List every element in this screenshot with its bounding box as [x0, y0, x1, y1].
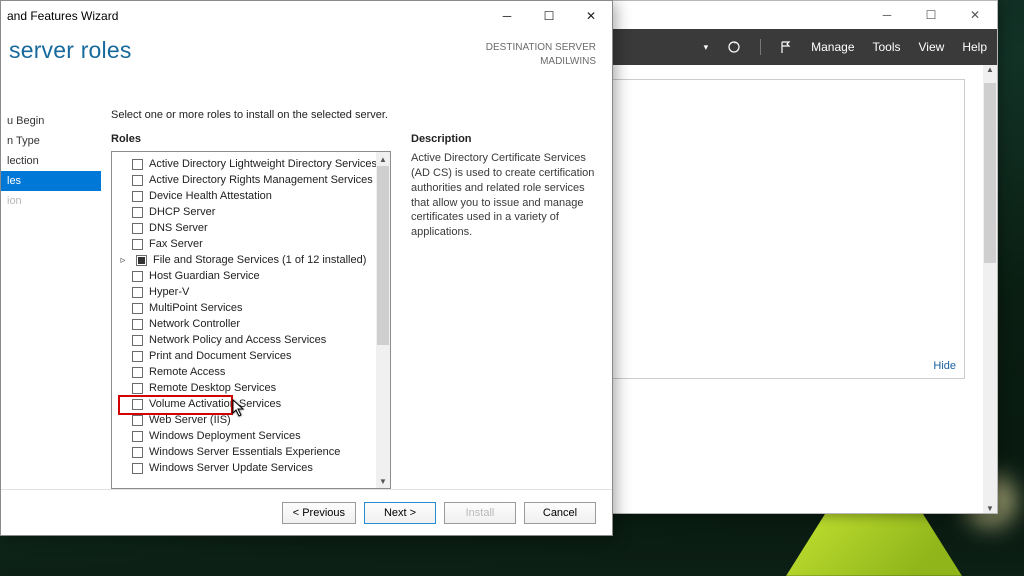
role-item[interactable]: Volume Activation Services [132, 396, 374, 412]
scroll-thumb[interactable] [377, 166, 389, 345]
description-column: Description Active Directory Certificate… [411, 133, 596, 489]
scroll-thumb[interactable] [984, 83, 996, 263]
dialog-title: and Features Wizard [7, 9, 118, 23]
dialog-close-button[interactable]: ✕ [570, 1, 612, 31]
checkbox-icon[interactable] [132, 271, 143, 282]
role-item[interactable]: Remote Access [132, 364, 374, 380]
maximize-button[interactable]: ☐ [909, 1, 953, 29]
nav-step-selection[interactable]: lection [1, 151, 101, 171]
instruction-text: Select one or more roles to install on t… [111, 109, 596, 121]
roles-scrollbar[interactable]: ▲ ▼ [376, 152, 390, 488]
checkbox-icon[interactable] [132, 319, 143, 330]
minimize-button[interactable]: ─ [865, 1, 909, 29]
checkbox-icon[interactable] [132, 287, 143, 298]
dialog-main: Select one or more roles to install on t… [101, 93, 612, 489]
destination-label: DESTINATION SERVER [486, 41, 596, 55]
role-item[interactable]: DHCP Server [132, 204, 374, 220]
role-item[interactable]: Remote Desktop Services [132, 380, 374, 396]
checkbox-icon[interactable] [132, 383, 143, 394]
role-item[interactable]: Print and Document Services [132, 348, 374, 364]
nav-step-confirmation[interactable]: ion [1, 191, 101, 211]
checkbox-tristate-icon[interactable] [136, 255, 147, 266]
checkbox-icon[interactable] [132, 351, 143, 362]
role-item[interactable]: MultiPoint Services [132, 300, 374, 316]
dialog-maximize-button[interactable]: ☐ [528, 1, 570, 31]
role-item[interactable]: Windows Deployment Services [132, 428, 374, 444]
checkbox-icon[interactable] [132, 159, 143, 170]
role-item[interactable]: Host Guardian Service [132, 268, 374, 284]
scroll-up-icon[interactable]: ▲ [986, 65, 994, 74]
role-item[interactable]: Active Directory Rights Management Servi… [132, 172, 374, 188]
destination-server-name: MADILWINS [486, 55, 596, 69]
previous-button[interactable]: < Previous [282, 502, 356, 524]
roles-column: Roles Active Directory Lightweight Direc… [111, 133, 391, 489]
role-item[interactable]: DNS Server [132, 220, 374, 236]
checkbox-icon[interactable] [132, 207, 143, 218]
description-text: Active Directory Certificate Services (A… [411, 151, 596, 240]
checkbox-icon[interactable] [132, 191, 143, 202]
role-item-web-server-iis[interactable]: Web Server (IIS) [132, 412, 374, 428]
menu-help[interactable]: Help [962, 40, 987, 54]
scroll-down-icon[interactable]: ▼ [986, 504, 994, 513]
checkbox-icon[interactable] [132, 431, 143, 442]
role-item[interactable]: Network Controller [132, 316, 374, 332]
checkbox-icon[interactable] [132, 399, 143, 410]
install-button: Install [444, 502, 516, 524]
dialog-minimize-button[interactable]: ─ [486, 1, 528, 31]
role-item[interactable]: Network Policy and Access Services [132, 332, 374, 348]
dialog-titlebar[interactable]: and Features Wizard ─ ☐ ✕ [1, 1, 612, 31]
expand-icon[interactable]: ▹ [118, 255, 128, 266]
wizard-steps-nav: u Begin n Type lection les ion [1, 93, 101, 489]
checkbox-icon[interactable] [132, 463, 143, 474]
cancel-button[interactable]: Cancel [524, 502, 596, 524]
checkbox-icon[interactable] [132, 335, 143, 346]
menu-view[interactable]: View [919, 40, 945, 54]
description-label: Description [411, 133, 596, 145]
checkbox-icon[interactable] [132, 447, 143, 458]
nav-step-begin[interactable]: u Begin [1, 111, 101, 131]
role-item[interactable]: Hyper-V [132, 284, 374, 300]
checkbox-icon[interactable] [132, 367, 143, 378]
menu-manage[interactable]: Manage [811, 40, 854, 54]
dialog-header: server roles DESTINATION SERVER MADILWIN… [1, 31, 612, 93]
role-item[interactable]: Windows Server Update Services [132, 460, 374, 476]
window-scrollbar[interactable]: ▲ ▼ [983, 65, 997, 513]
hide-link[interactable]: Hide [933, 360, 956, 372]
checkbox-icon[interactable] [132, 175, 143, 186]
checkbox-icon[interactable] [132, 239, 143, 250]
dropdown-icon[interactable]: ▾ [702, 42, 709, 53]
notifications-flag-icon[interactable] [779, 40, 793, 54]
checkbox-icon[interactable] [132, 303, 143, 314]
close-button[interactable]: ✕ [953, 1, 997, 29]
role-item[interactable]: Windows Server Essentials Experience [132, 444, 374, 460]
scroll-up-icon[interactable]: ▲ [376, 152, 390, 166]
role-item[interactable]: Device Health Attestation [132, 188, 374, 204]
add-roles-wizard-dialog: and Features Wizard ─ ☐ ✕ server roles D… [0, 0, 613, 536]
nav-step-roles[interactable]: les [1, 171, 101, 191]
refresh-icon[interactable] [726, 39, 742, 55]
checkbox-icon[interactable] [132, 223, 143, 234]
roles-listbox[interactable]: Active Directory Lightweight Directory S… [111, 151, 391, 489]
role-item[interactable]: Fax Server [132, 236, 374, 252]
nav-step-type[interactable]: n Type [1, 131, 101, 151]
role-item[interactable]: Active Directory Lightweight Directory S… [132, 156, 374, 172]
scroll-down-icon[interactable]: ▼ [376, 474, 390, 488]
roles-label: Roles [111, 133, 391, 145]
checkbox-icon[interactable] [132, 415, 143, 426]
next-button[interactable]: Next > [364, 502, 436, 524]
page-title: server roles [1, 37, 132, 64]
menu-tools[interactable]: Tools [873, 40, 901, 54]
role-item-file-storage[interactable]: ▹File and Storage Services (1 of 12 inst… [118, 252, 374, 268]
dialog-footer: < Previous Next > Install Cancel [1, 489, 612, 535]
